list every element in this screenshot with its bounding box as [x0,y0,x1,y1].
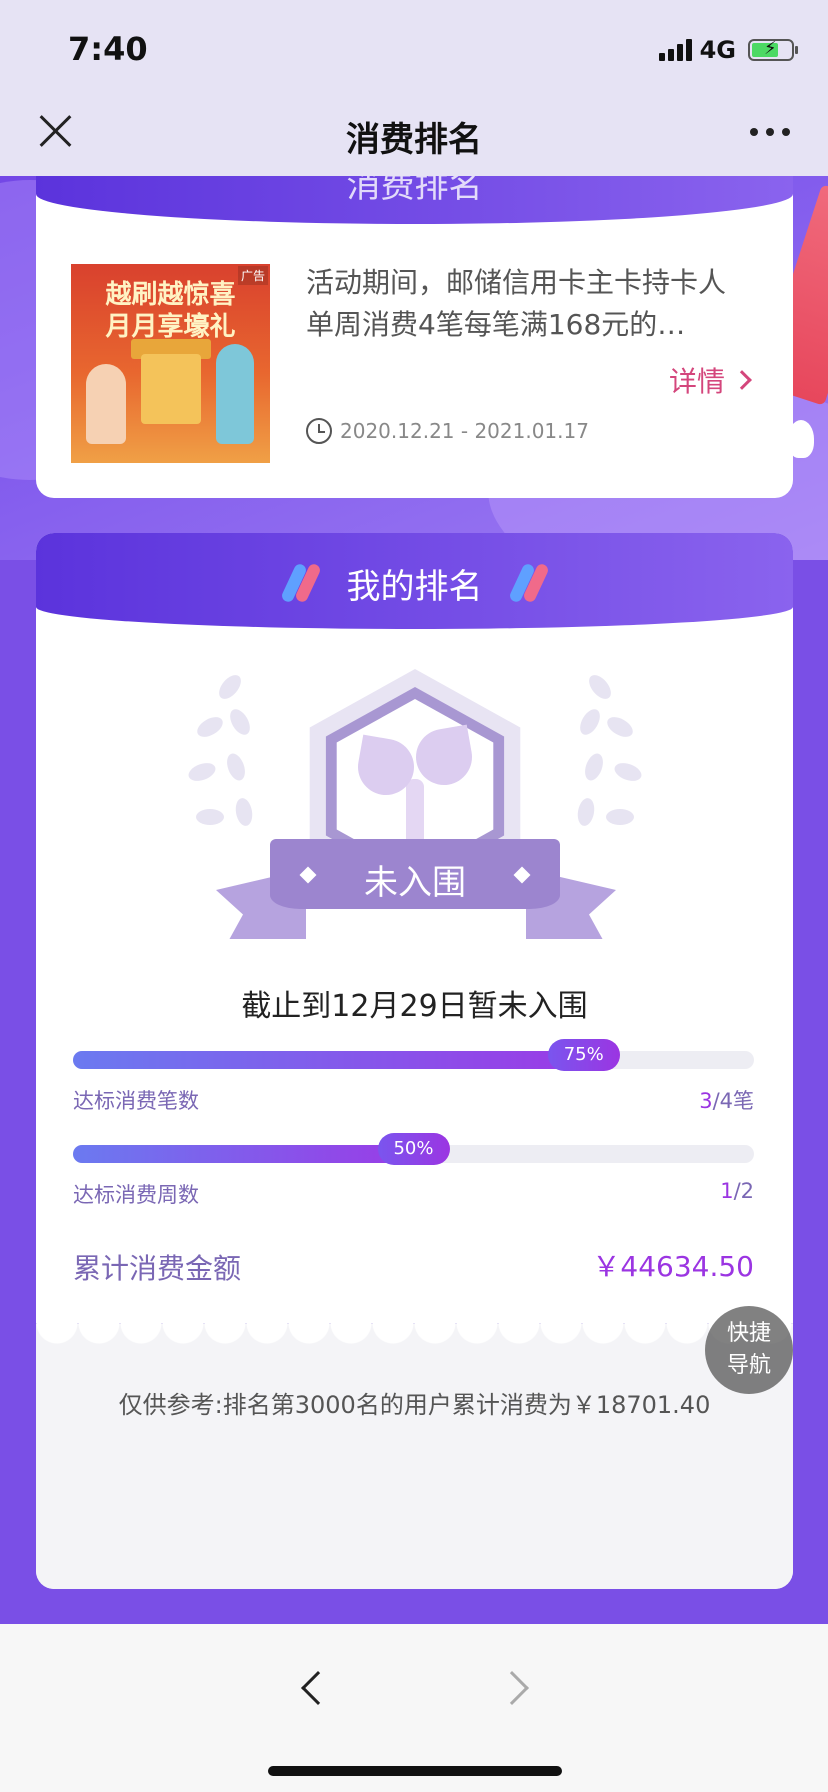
badge-ribbon: 未入围 [270,839,560,909]
reference-text: 仅供参考:排名第3000名的用户累计消费为￥18701.40 [118,1391,711,1419]
ad-figure-girl [86,364,126,444]
date-range: 2020.12.21 - 2021.01.17 [340,419,589,443]
activity-card-title: 消费排名 [346,176,483,206]
badge-label: 未入围 [364,863,466,903]
laurel-right-icon [556,669,646,869]
progress-fill [73,1145,414,1163]
reference-area [36,1323,793,1589]
ad-text-line2: 月月享壕礼 [105,312,236,342]
detail-label: 详情 [668,365,725,398]
activity-card-header: 消费排名 [36,176,793,224]
clock-icon [306,418,332,444]
progress-count: 3/4笔 [699,1085,754,1115]
network-type: 4G [699,36,736,64]
ranking-card: 我的排名 未入围 截止到12月29日暂未入围 75% 达标消费笔数 3/4笔 5… [36,533,793,1589]
more-icon[interactable] [750,128,790,136]
total-spend-amount: ￥44634.50 [592,1250,754,1283]
ad-banner-image[interactable]: 广告 越刷越惊喜 月月享壕礼 [71,264,270,463]
back-arrow-icon[interactable] [301,1671,335,1705]
ranking-card-header: 我的排名 [36,533,793,629]
nav-bar: 消费排名 [0,100,828,176]
laurel-left-icon [186,669,276,869]
forward-arrow-icon[interactable] [495,1671,529,1705]
activity-description: 活动期间，邮储信用卡主卡持卡人单周消费4笔每笔满168元的… [306,266,726,341]
progress-total: /4笔 [712,1089,754,1113]
gift-box [141,354,201,424]
activity-card: 消费排名 广告 越刷越惊喜 月月享壕礼 活动期间，邮储信用卡主卡持卡人单周消费4… [36,176,793,498]
progress-percent-badge: 75% [547,1039,620,1071]
home-indicator [268,1766,562,1776]
ranking-title: 我的排名 [346,567,483,607]
deadline-text: 截止到12月29日暂未入围 [241,989,588,1024]
rank-badge: 未入围 [36,629,793,1029]
battery-icon: ⚡ [748,38,798,61]
progress-total: /2 [733,1179,754,1203]
progress-label: 达标消费笔数 [73,1089,199,1113]
quick-nav-line2: 导航 [726,1353,771,1378]
quick-nav-button[interactable]: 快捷 导航 [705,1306,793,1394]
ad-figure-boy [216,344,254,444]
total-spend-label: 累计消费金额 [73,1252,242,1285]
progress-bar-transactions: 75% [73,1039,754,1071]
page-title: 消费排名 [346,120,482,160]
scalloped-edge [36,1323,793,1347]
progress-percent-badge: 50% [377,1133,450,1165]
status-time: 7:40 [68,30,148,68]
status-bar: 7:40 4G ⚡ [0,0,828,100]
detail-link[interactable]: 详情 [668,360,752,400]
progress-fill [73,1051,584,1069]
progress-bar-weeks: 50% [73,1133,754,1165]
quick-nav-line1: 快捷 [726,1321,771,1346]
activity-date: 2020.12.21 - 2021.01.17 [306,418,589,444]
progress-label: 达标消费周数 [73,1183,199,1207]
browser-toolbar [0,1624,828,1792]
progress-count: 1/2 [720,1179,754,1203]
progress-current: 1 [720,1179,734,1203]
signal-icon [658,39,692,61]
status-indicators: 4G ⚡ [658,36,798,64]
progress-current: 3 [699,1089,713,1113]
chevron-right-icon [732,370,752,390]
